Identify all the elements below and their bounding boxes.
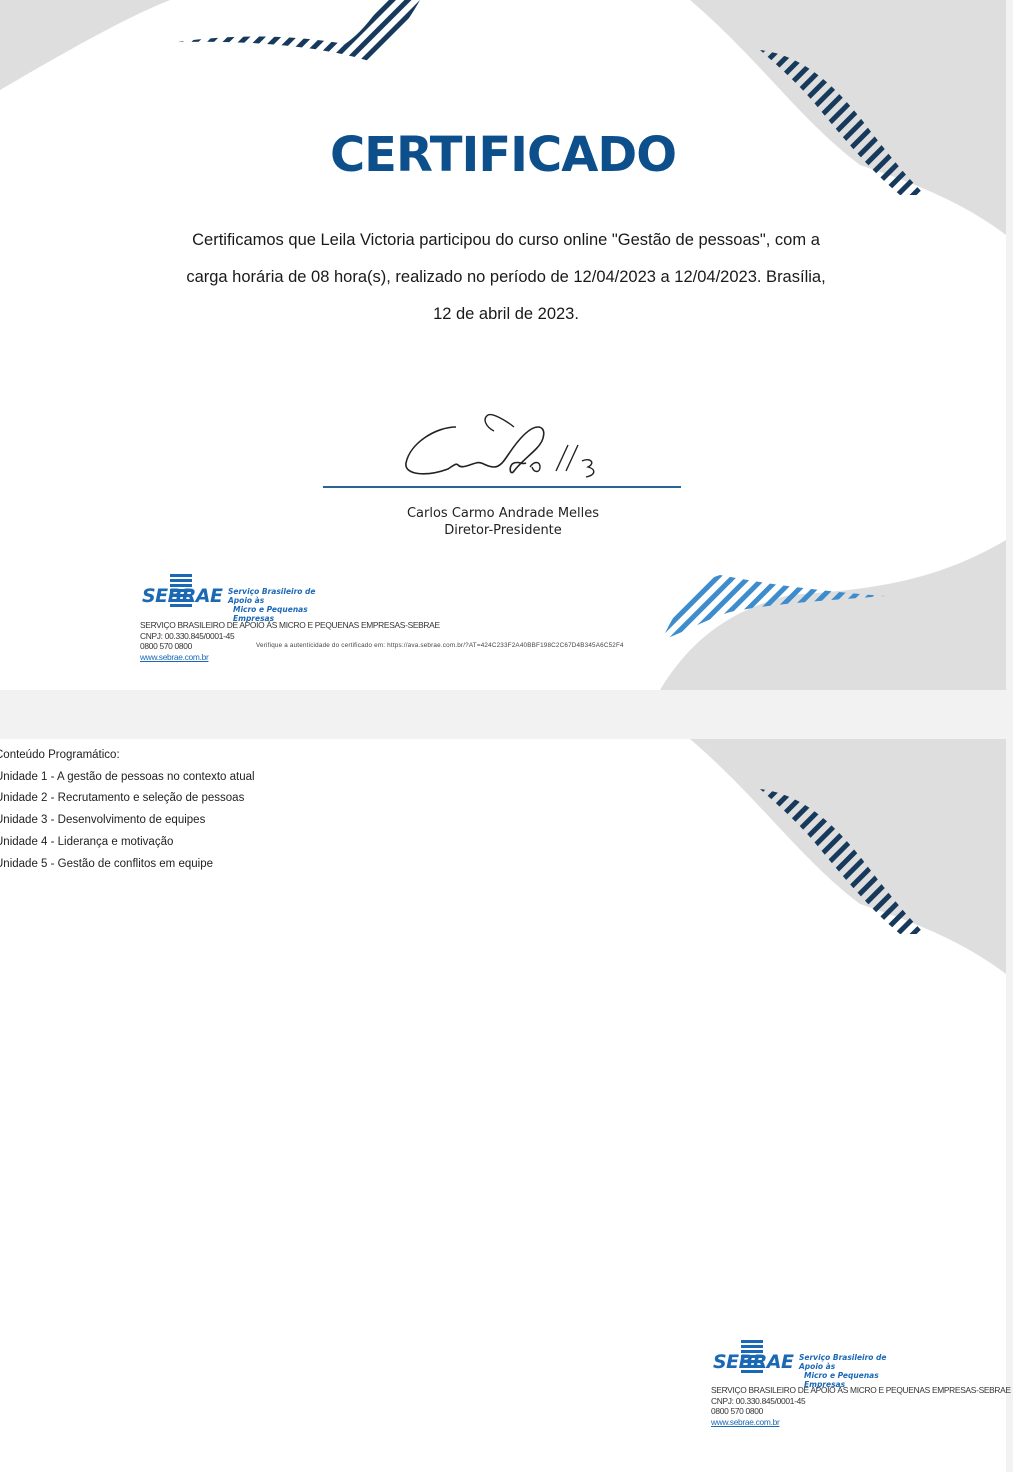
- tagline-line-1: Serviço Brasileiro de Apoio às: [228, 587, 316, 605]
- body-line-3: 12 de abril de 2023.: [433, 305, 579, 323]
- logo-wordmark-2: SEBRAE: [713, 1351, 794, 1373]
- org-website-link-2[interactable]: www.sebrae.com.br: [711, 1417, 1011, 1428]
- program-unit-3: Unidade 3 - Desenvolvimento de equipes: [0, 814, 206, 827]
- organization-info-2: SERVIÇO BRASILEIRO DE APOIO ÀS MICRO E P…: [711, 1385, 1011, 1427]
- logo-tagline: Serviço Brasileiro de Apoio às Micro e P…: [228, 587, 342, 623]
- org-phone-2: 0800 570 0800: [711, 1406, 763, 1416]
- org-full-name: SERVIÇO BRASILEIRO DE APOIO ÀS MICRO E P…: [140, 620, 440, 630]
- verification-text: Verifique a autenticidade do certificado…: [256, 642, 624, 649]
- signer-role: Diretor-Presidente: [444, 523, 562, 538]
- certificate-page: CERTIFICADO Certificamos que Leila Victo…: [0, 0, 1006, 690]
- program-unit-2: Unidade 2 - Recrutamento e seleção de pe…: [0, 792, 245, 805]
- program-unit-1: Unidade 1 - A gestão de pessoas no conte…: [0, 770, 255, 783]
- handwritten-signature: [405, 413, 595, 478]
- org-full-name-2: SERVIÇO BRASILEIRO DE APOIO ÀS MICRO E P…: [711, 1385, 1011, 1395]
- org-cnpj-2: CNPJ: 00.330.845/0001-45: [711, 1395, 806, 1406]
- top-center-stripes: [178, 0, 420, 62]
- tagline-line-1-2: Serviço Brasileiro de Apoio às: [799, 1353, 887, 1371]
- org-website-link[interactable]: www.sebrae.com.br: [140, 652, 440, 663]
- program-unit-5: Unidade 5 - Gestão de conflitos em equip…: [0, 857, 213, 870]
- body-line-1: Certificamos que Leila Victoria particip…: [192, 231, 820, 249]
- certificate-body: Certificamos que Leila Victoria particip…: [140, 222, 872, 333]
- program-content: Conteúdo Programático: Unidade 1 - A ges…: [0, 745, 255, 875]
- certificate-title: CERTIFICADO: [329, 127, 677, 183]
- signature-line: [323, 486, 681, 488]
- org-cnpj: CNPJ: 00.330.845/0001-45: [140, 630, 235, 641]
- sebrae-logo-2: SEBRAE Serviço Brasileiro de Apoio às Mi…: [713, 1340, 913, 1389]
- sebrae-logo: SEBRAE Serviço Brasileiro de Apoio às Mi…: [142, 574, 342, 623]
- top-left-shape: [0, 0, 170, 90]
- program-heading: Conteúdo Programático:: [0, 749, 120, 761]
- program-unit-4: Unidade 4 - Liderança e motivação: [0, 835, 174, 848]
- signer-name: Carlos Carmo Andrade Melles: [406, 506, 600, 521]
- body-line-2: carga horária de 08 hora(s), realizado n…: [186, 268, 826, 286]
- organization-info: SERVIÇO BRASILEIRO DE APOIO ÀS MICRO E P…: [140, 620, 440, 662]
- logo-wordmark: SEBRAE: [142, 585, 223, 607]
- logo-tagline-2: Serviço Brasileiro de Apoio às Micro e P…: [799, 1353, 913, 1389]
